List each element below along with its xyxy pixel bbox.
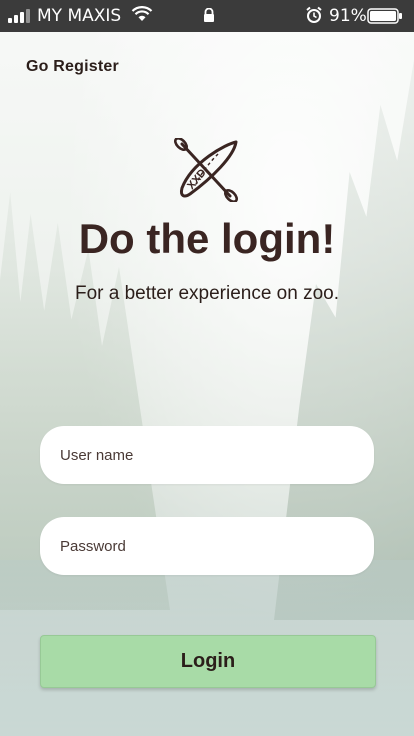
battery-percent: 91% [329,6,367,26]
carrier-name: MY MAXIS [37,6,122,26]
status-bar: MY MAXIS 91% [0,0,414,32]
go-register-link[interactable]: Go Register [26,58,119,76]
signal-icon [8,9,30,23]
username-input[interactable] [40,426,374,484]
wifi-icon [131,6,153,21]
page-title: Do the login! [78,215,336,262]
password-input[interactable] [40,517,374,575]
lock-icon [204,8,214,22]
login-button[interactable]: Login [40,635,376,688]
page-subtitle: For a better experience on zoo. [74,283,340,304]
kayak-paddle-icon: XXD [173,138,239,202]
alarm-icon [306,6,322,23]
battery-icon [367,8,402,24]
background-overlay [0,0,414,736]
